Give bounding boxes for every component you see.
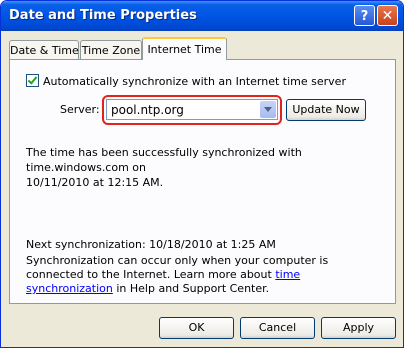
server-combobox[interactable]: pool.ntp.org: [106, 99, 278, 120]
auto-sync-label: Automatically synchronize with an Intern…: [43, 75, 346, 88]
tab-internet-time[interactable]: Internet Time: [142, 37, 227, 60]
tab-date-time[interactable]: Date & Time: [9, 40, 79, 59]
sync-note-text-end: in Help and Support Center.: [112, 282, 270, 295]
internet-time-panel: Automatically synchronize with an Intern…: [9, 59, 396, 304]
tab-time-zone[interactable]: Time Zone: [80, 40, 142, 59]
apply-button[interactable]: Apply: [321, 317, 396, 339]
cancel-button[interactable]: Cancel: [240, 317, 315, 339]
date-time-properties-window: Date and Time Properties ? ✕ Date & Time…: [0, 0, 404, 348]
window-title: Date and Time Properties: [9, 8, 197, 23]
sync-status-line1: The time has been successfully synchroni…: [26, 146, 302, 174]
server-value[interactable]: pool.ntp.org: [111, 103, 184, 117]
help-button[interactable]: ?: [354, 5, 375, 26]
auto-sync-checkbox[interactable]: [26, 74, 39, 87]
auto-sync-row[interactable]: Automatically synchronize with an Intern…: [26, 74, 346, 88]
sync-note: Synchronization can occur only when your…: [26, 254, 386, 296]
next-sync-text: Next synchronization: 10/18/2010 at 1:25…: [26, 238, 276, 251]
ok-button[interactable]: OK: [159, 317, 234, 339]
title-bar[interactable]: Date and Time Properties ? ✕: [1, 1, 403, 31]
sync-status: The time has been successfully synchroni…: [26, 145, 386, 190]
chevron-down-icon[interactable]: [260, 101, 276, 118]
server-label: Server:: [60, 103, 100, 116]
update-now-button[interactable]: Update Now: [286, 99, 366, 121]
sync-status-line2: 10/11/2010 at 12:15 AM.: [26, 176, 164, 189]
close-button[interactable]: ✕: [377, 5, 398, 26]
